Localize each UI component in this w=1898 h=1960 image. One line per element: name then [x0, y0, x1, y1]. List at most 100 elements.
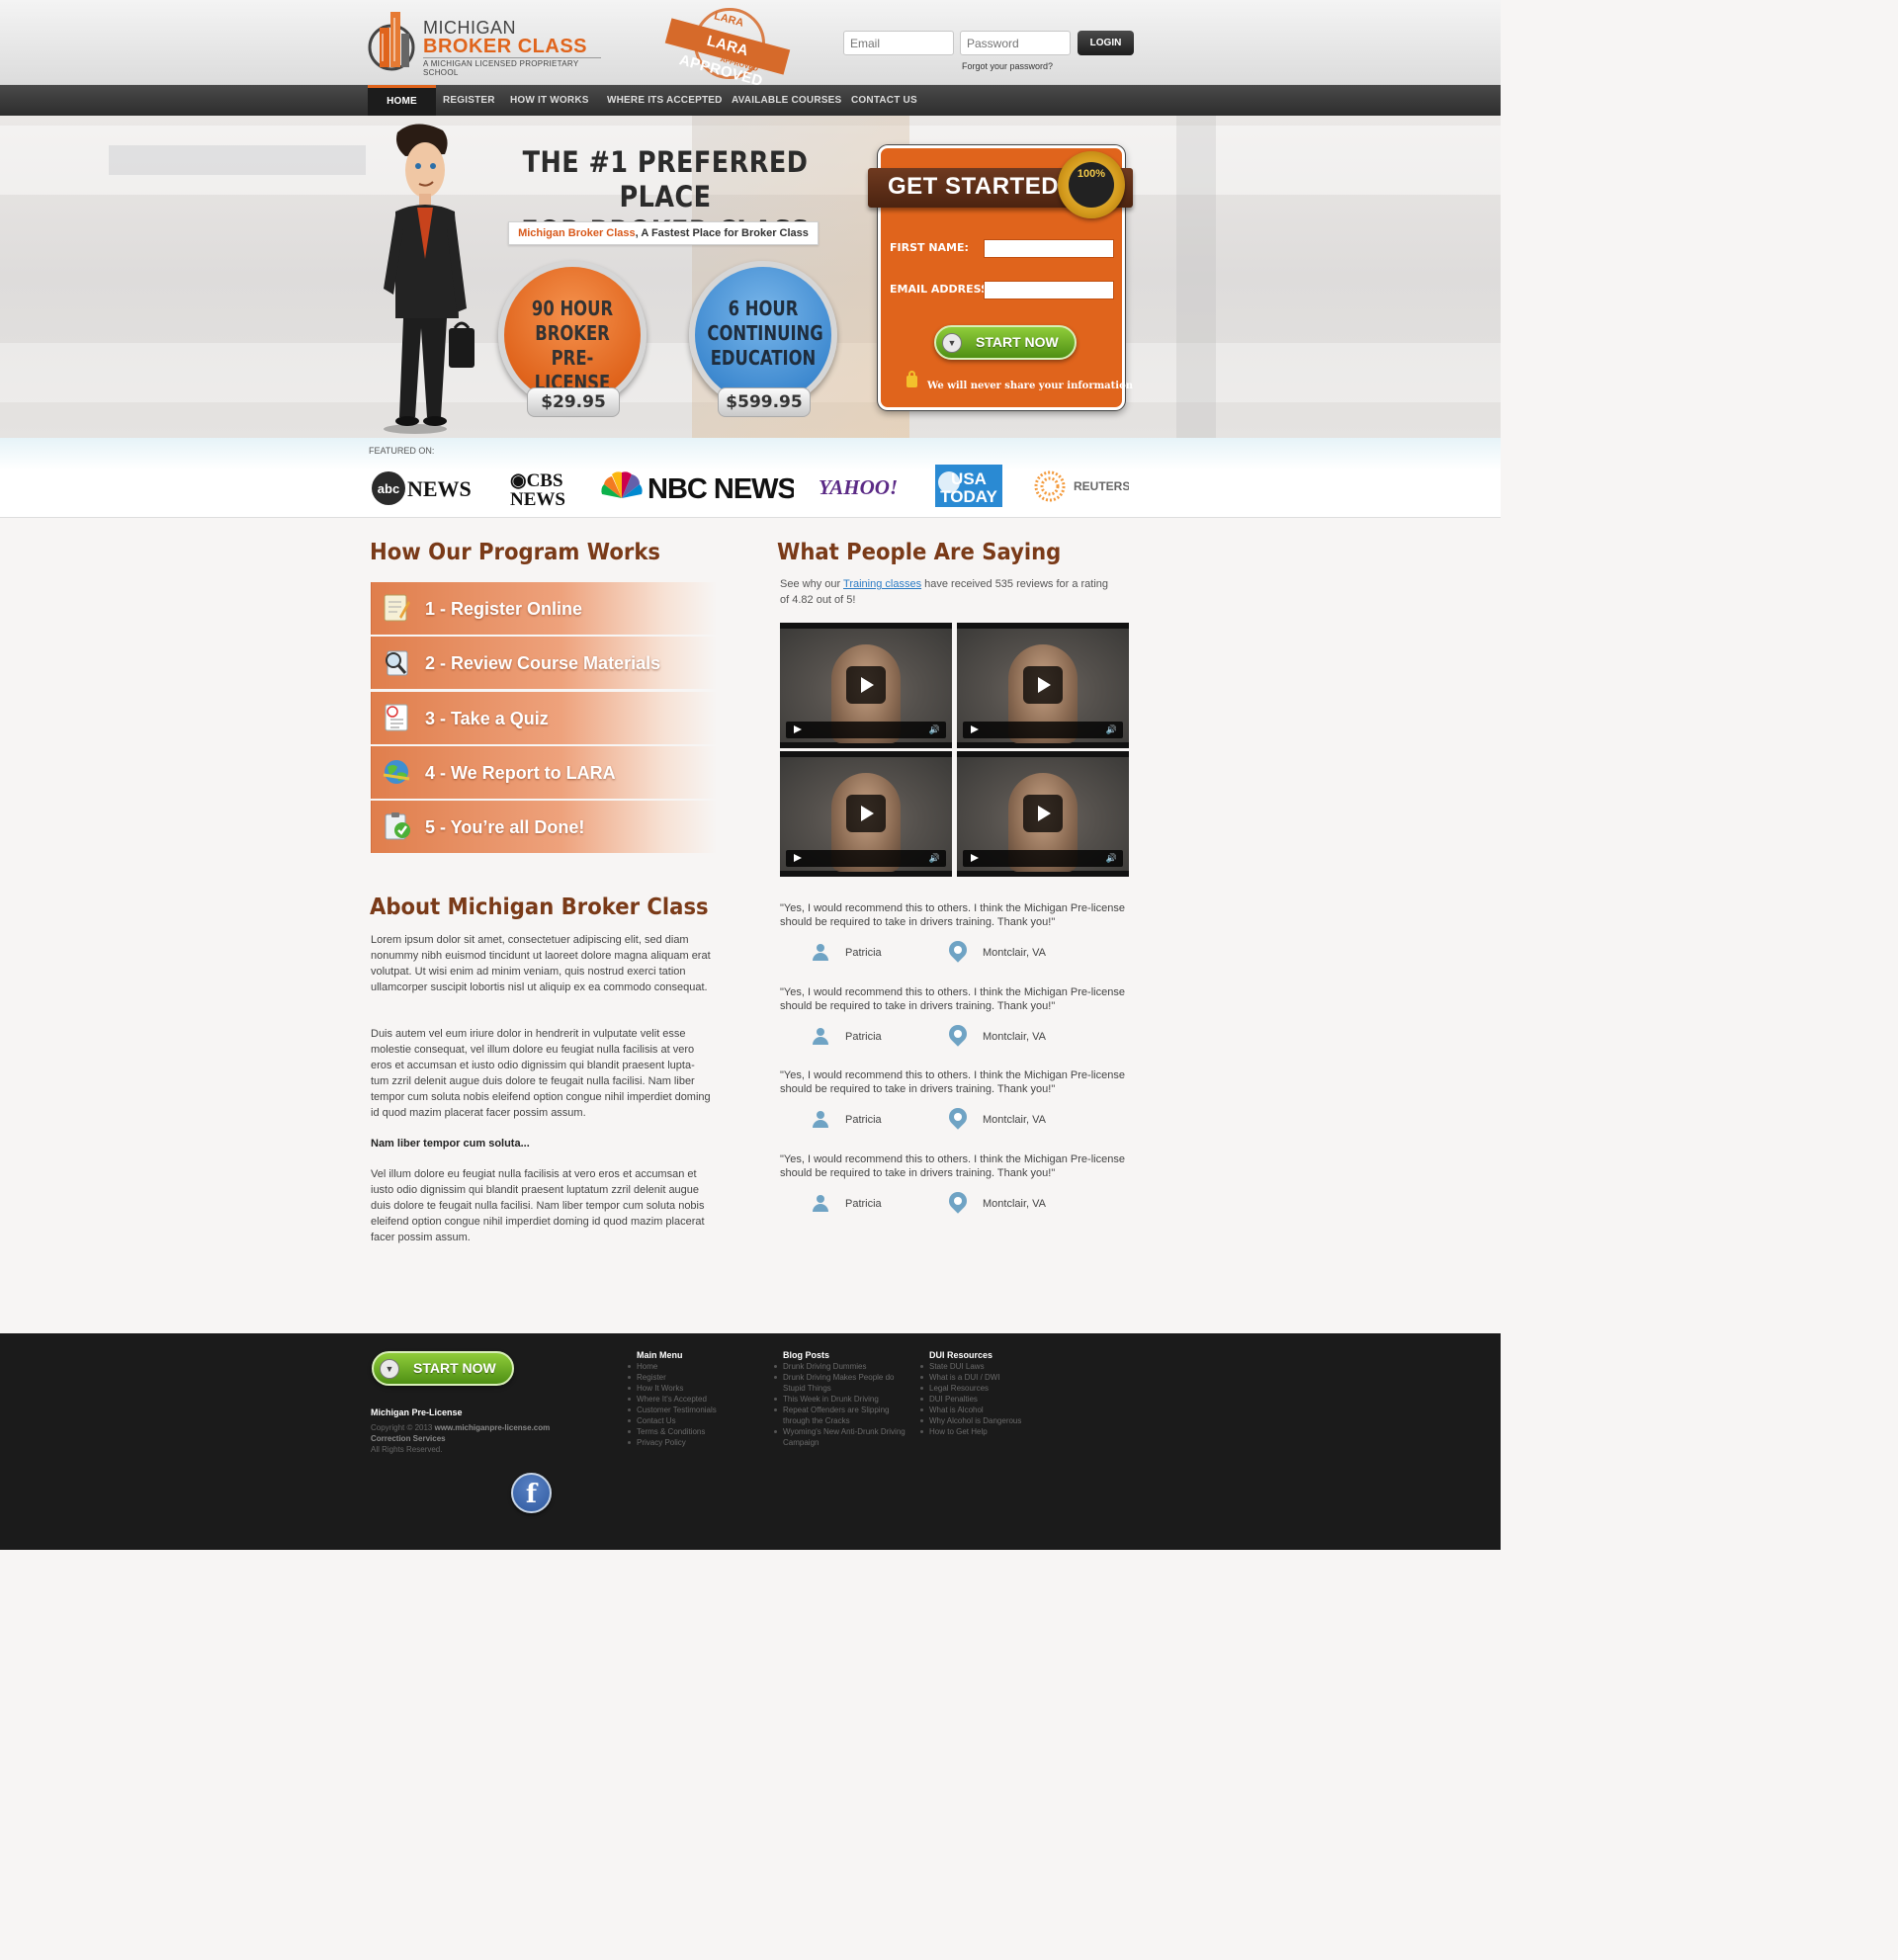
site-url-link[interactable]: www.michiganpre-license.com — [435, 1423, 551, 1432]
course-title-line: 90 HOUR — [531, 297, 614, 320]
footer-link[interactable]: DUI Penalties — [919, 1394, 1021, 1405]
password-input[interactable] — [960, 31, 1071, 55]
step-take-a-quiz[interactable]: 3 - Take a Quiz — [371, 692, 717, 744]
testimonial-video[interactable]: 🔊 — [780, 751, 952, 877]
volume-icon[interactable]: 🔊 — [929, 853, 940, 864]
forgot-password-link[interactable]: Forgot your password? — [962, 61, 1053, 71]
main-nav: HOME REGISTER HOW IT WORKS WHERE ITS ACC… — [0, 85, 1501, 116]
cbs-news-logo[interactable]: ◉CBS NEWS — [510, 469, 565, 512]
hero-title-line1: THE #1 PREFERRED PLACE — [522, 145, 809, 213]
play-small-icon[interactable] — [794, 854, 802, 862]
nbc-news-logo[interactable]: NBC NEWS — [600, 470, 798, 507]
nav-register[interactable]: REGISTER — [443, 85, 495, 116]
play-small-icon[interactable] — [971, 854, 979, 862]
nav-available-courses[interactable]: AVAILABLE COURSES — [732, 85, 841, 116]
hero-bg-layer — [109, 145, 366, 175]
footer-link[interactable]: State DUI Laws — [919, 1361, 1021, 1372]
step-youre-all-done[interactable]: 5 - You’re all Done! — [371, 801, 717, 853]
footer-link[interactable]: Home — [627, 1361, 717, 1372]
footer-link[interactable]: Repeat Offenders are Slipping through th… — [773, 1405, 911, 1426]
first-name-input[interactable] — [984, 239, 1114, 258]
volume-icon[interactable]: 🔊 — [929, 724, 940, 735]
start-now-label: START NOW — [413, 1360, 496, 1376]
nav-contact-us[interactable]: CONTACT US — [851, 85, 917, 116]
step-we-report-to-lara[interactable]: 4 - We Report to LARA — [371, 746, 717, 799]
svg-text:TODAY: TODAY — [940, 487, 997, 506]
reuters-logo[interactable]: REUTERS — [1034, 470, 1130, 507]
correction-services-link[interactable]: Correction Services — [371, 1434, 446, 1443]
nav-how-it-works[interactable]: HOW IT WORKS — [510, 85, 589, 116]
svg-text:NBC NEWS: NBC NEWS — [647, 473, 794, 502]
footer-link[interactable]: Wyoming's New Anti-Drunk Driving Campaig… — [773, 1426, 911, 1448]
play-small-icon[interactable] — [971, 725, 979, 733]
email-input[interactable] — [843, 31, 954, 55]
svg-text:NEWS: NEWS — [407, 476, 472, 501]
review-quote: "Yes, I would recommend this to others. … — [780, 986, 1125, 1012]
footer-link[interactable]: Register — [627, 1372, 717, 1383]
footer-link[interactable]: Why Alcohol is Dangerous — [919, 1415, 1021, 1426]
play-icon[interactable] — [1023, 666, 1063, 704]
play-small-icon[interactable] — [794, 725, 802, 733]
footer-link[interactable]: Legal Resources — [919, 1383, 1021, 1394]
footer-link[interactable]: What is Alcohol — [919, 1405, 1021, 1415]
yahoo-logo[interactable]: YAHOO! — [819, 472, 909, 505]
facebook-icon[interactable]: f — [511, 1473, 552, 1513]
abc-news-logo[interactable]: abc NEWS — [371, 470, 474, 506]
hero-tagline-text: , A Fastest Place for Broker Class — [635, 227, 809, 239]
play-icon[interactable] — [846, 795, 886, 832]
footer-start-now-button[interactable]: ▼ START NOW — [372, 1351, 514, 1386]
play-icon[interactable] — [846, 666, 886, 704]
volume-icon[interactable]: 🔊 — [1106, 724, 1117, 735]
lock-icon — [906, 371, 917, 387]
about-paragraph-3: Vel illum dolore eu feugiat nulla facili… — [371, 1168, 705, 1243]
reviewer-name: Patricia — [845, 947, 882, 959]
first-name-label: FIRST NAME: — [890, 241, 969, 254]
video-controls: 🔊 — [963, 850, 1123, 867]
step-label: 2 - Review Course Materials — [425, 653, 661, 673]
start-now-label: START NOW — [976, 334, 1059, 350]
reviewer-location: Montclair, VA — [983, 1031, 1046, 1043]
footer-link[interactable]: This Week in Drunk Driving — [773, 1394, 911, 1405]
volume-icon[interactable]: 🔊 — [1106, 853, 1117, 864]
nav-where-its-accepted[interactable]: WHERE ITS ACCEPTED — [607, 85, 723, 116]
footer-link[interactable]: How to Get Help — [919, 1426, 1021, 1437]
course-6-hour-price: $599.95 — [718, 387, 811, 417]
clipboard-check-icon — [385, 812, 410, 840]
email-address-input[interactable] — [984, 281, 1114, 299]
businessman-mascot-illustration — [384, 124, 474, 434]
course-90-hour-price: $29.95 — [527, 387, 620, 417]
start-now-button[interactable]: ▼ START NOW — [934, 325, 1077, 360]
play-icon[interactable] — [1023, 795, 1063, 832]
hero-bg-layer — [1176, 116, 1216, 438]
step-label: 5 - You’re all Done! — [425, 817, 585, 837]
step-label: 4 - We Report to LARA — [425, 763, 616, 783]
login-button[interactable]: LOGIN — [1078, 31, 1134, 55]
footer-link[interactable]: Privacy Policy — [627, 1437, 717, 1448]
abc-news-logo-icon: abc NEWS — [372, 471, 472, 505]
site-logo[interactable]: MICHIGAN BROKER CLASS A MICHIGAN LICENSE… — [368, 10, 605, 77]
footer-link[interactable]: What is a DUI / DWI — [919, 1372, 1021, 1383]
reuters-logo-icon: REUTERS — [1034, 470, 1130, 502]
footer-link[interactable]: How It Works — [627, 1383, 717, 1394]
testimonial-video[interactable]: 🔊 — [957, 623, 1129, 748]
nav-home[interactable]: HOME — [368, 85, 436, 116]
step-register-online[interactable]: 1 - Register Online — [371, 582, 717, 635]
footer-link[interactable]: Drunk Driving Makes People do Stupid Thi… — [773, 1372, 911, 1394]
testimonial-video[interactable]: 🔊 — [780, 623, 952, 748]
reviewer-location: Montclair, VA — [983, 1114, 1046, 1126]
footer-copyright: Copyright © 2013 www.michiganpre-license… — [371, 1422, 550, 1455]
footer-link[interactable]: Contact Us — [627, 1415, 717, 1426]
featured-on-label: FEATURED ON: — [369, 446, 435, 456]
review-quote: "Yes, I would recommend this to others. … — [780, 1069, 1125, 1095]
footer-link[interactable]: Where It's Accepted — [627, 1394, 717, 1405]
hero-tagline: Michigan Broker Class, A Fastest Place f… — [508, 221, 819, 245]
facebook-glyph: f — [525, 1480, 538, 1509]
footer-link[interactable]: Terms & Conditions — [627, 1426, 717, 1437]
testimonial-video[interactable]: 🔊 — [957, 751, 1129, 877]
step-review-course-materials[interactable]: 2 - Review Course Materials — [371, 637, 717, 689]
person-icon — [812, 1110, 829, 1128]
footer-link[interactable]: Customer Testimonials — [627, 1405, 717, 1415]
training-classes-link[interactable]: Training classes — [843, 578, 921, 590]
footer-link[interactable]: Drunk Driving Dummies — [773, 1361, 911, 1372]
usa-today-logo[interactable]: USA TODAY — [935, 465, 1002, 512]
